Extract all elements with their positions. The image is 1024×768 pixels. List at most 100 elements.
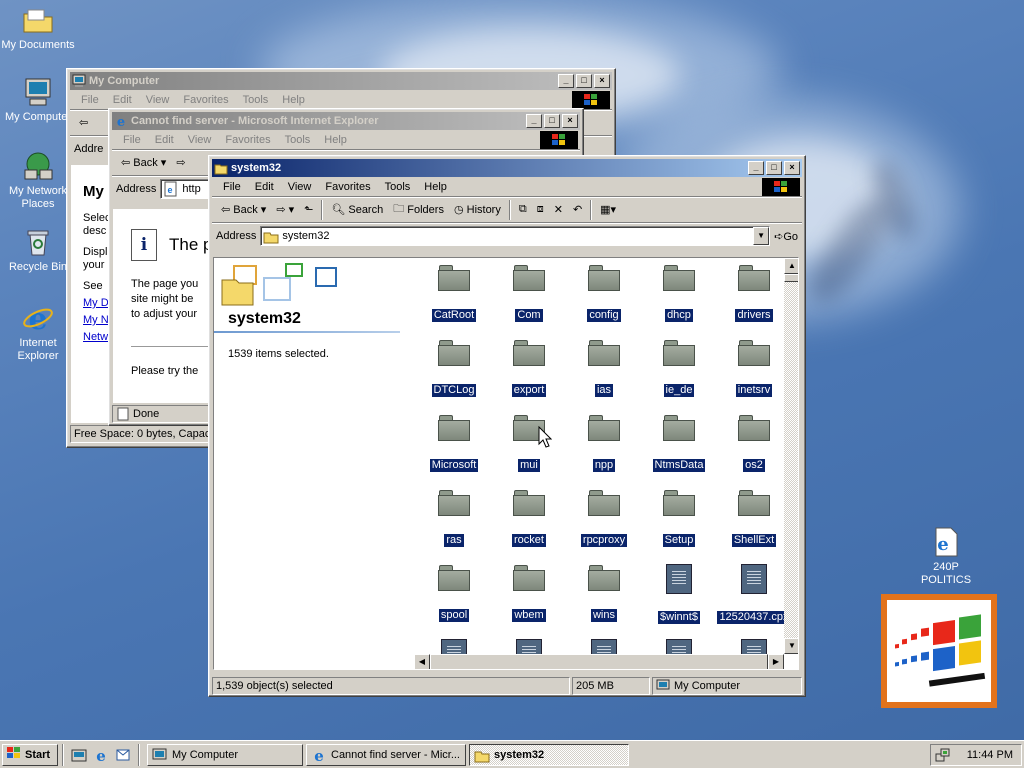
menu-file[interactable]: File <box>74 94 106 106</box>
folder-item[interactable]: rpcproxy <box>566 489 642 547</box>
close-button[interactable]: × <box>562 114 578 128</box>
system32-titlebar[interactable]: system32 _ □ × <box>212 159 802 177</box>
maximize-button[interactable]: □ <box>766 161 782 175</box>
quicklaunch-outlook-icon[interactable] <box>115 747 131 763</box>
address-input[interactable]: system32 ▼ <box>260 226 771 246</box>
menu-tools[interactable]: Tools <box>278 134 318 146</box>
start-button[interactable]: Start <box>2 743 58 766</box>
file-item[interactable]: $winnt$ <box>641 564 717 624</box>
folder-item[interactable]: os2 <box>716 414 792 472</box>
menu-favorites[interactable]: Favorites <box>318 181 377 193</box>
scroll-left-button[interactable]: ◀ <box>414 654 430 669</box>
system32-window[interactable]: system32 _ □ × File Edit View Favorites … <box>208 155 806 697</box>
copy-to-button[interactable]: ⧈ <box>532 199 549 221</box>
network-tray-icon[interactable] <box>935 747 951 763</box>
menu-favorites[interactable]: Favorites <box>176 94 235 106</box>
move-to-button[interactable]: ⧉ <box>514 199 532 221</box>
minimize-button[interactable]: _ <box>748 161 764 175</box>
menu-edit[interactable]: Edit <box>106 94 139 106</box>
scroll-down-button[interactable]: ▼ <box>784 638 798 654</box>
minimize-button[interactable]: _ <box>558 74 574 88</box>
menu-help[interactable]: Help <box>417 181 454 193</box>
folder-item[interactable]: export <box>491 339 567 397</box>
menu-edit[interactable]: Edit <box>148 134 181 146</box>
folder-item[interactable]: Com <box>491 264 567 322</box>
show-desktop-icon[interactable] <box>71 747 87 763</box>
menu-help[interactable]: Help <box>317 134 354 146</box>
close-button[interactable]: × <box>594 74 610 88</box>
up-folder-button[interactable]: ⬑ <box>299 199 318 221</box>
my-computer-titlebar[interactable]: My Computer _ □ × <box>70 72 612 90</box>
menu-favorites[interactable]: Favorites <box>218 134 277 146</box>
ie-titlebar[interactable]: e Cannot find server - Microsoft Interne… <box>112 112 580 130</box>
menu-view[interactable]: View <box>139 94 177 106</box>
menu-view[interactable]: View <box>181 134 219 146</box>
link-network[interactable]: Netw <box>83 331 111 344</box>
clock[interactable]: 11:44 PM <box>967 749 1013 761</box>
address-dropdown-button[interactable]: ▼ <box>753 227 770 245</box>
folder-item[interactable]: ie_de <box>641 339 717 397</box>
scroll-up-button[interactable]: ▲ <box>784 258 798 274</box>
desktop-icon-internet-explorer[interactable]: e Internet Explorer <box>0 302 76 363</box>
folder-item[interactable]: ras <box>416 489 492 547</box>
maximize-button[interactable]: □ <box>576 74 592 88</box>
status-bar: 1,539 object(s) selected 205 MB My Compu… <box>212 676 802 696</box>
file-item[interactable]: 12520437.cpx <box>716 564 792 624</box>
menu-file[interactable]: File <box>116 134 148 146</box>
horizontal-scrollbar[interactable]: ◀ ▶ <box>414 654 784 669</box>
taskbar-button-ie[interactable]: e Cannot find server - Micr... <box>306 743 466 766</box>
undo-button[interactable]: ↶ <box>568 199 587 221</box>
back-button[interactable]: ⇦ Back ▾ <box>116 152 171 174</box>
folder-item[interactable]: rocket <box>491 489 567 547</box>
search-button[interactable]: 🔍︎ Search <box>326 199 388 221</box>
menu-edit[interactable]: Edit <box>248 181 281 193</box>
vertical-scrollbar[interactable]: ▲ ▼ <box>784 258 798 654</box>
taskbar-button-system32[interactable]: system32 <box>469 743 629 766</box>
folder-item[interactable]: NtmsData <box>641 414 717 472</box>
scroll-right-button[interactable]: ▶ <box>768 654 784 669</box>
close-button[interactable]: × <box>784 161 800 175</box>
menu-tools[interactable]: Tools <box>236 94 276 106</box>
folder-item[interactable]: npp <box>566 414 642 472</box>
minimize-button[interactable]: _ <box>526 114 542 128</box>
folder-item[interactable]: drivers <box>716 264 792 322</box>
folder-item[interactable]: mui <box>491 414 567 472</box>
folders-button[interactable]: 🗀 Folders <box>388 199 449 221</box>
forward-button[interactable]: ⇨ ▾ <box>271 199 299 221</box>
scroll-thumb-horizontal[interactable] <box>430 654 768 669</box>
back-arrow-icon[interactable]: ⇦ <box>74 112 93 134</box>
menu-file[interactable]: File <box>216 181 248 193</box>
desktop-icon-my-documents[interactable]: My Documents <box>0 4 76 52</box>
forward-button[interactable]: ⇨ <box>171 152 190 174</box>
desktop-icon-recycle-bin[interactable]: Recycle Bin <box>0 226 76 274</box>
folder-item[interactable]: DTCLog <box>416 339 492 397</box>
delete-button[interactable]: ✕ <box>549 199 568 221</box>
quicklaunch-ie-icon[interactable]: e <box>93 747 109 765</box>
folder-item[interactable]: wins <box>566 564 642 622</box>
folder-item[interactable]: Setup <box>641 489 717 547</box>
back-button[interactable]: ⇦ Back ▾ <box>216 199 271 221</box>
go-button[interactable]: ➪Go <box>774 230 798 243</box>
link-my-documents[interactable]: My D <box>83 297 111 310</box>
menu-view[interactable]: View <box>281 181 319 193</box>
folder-item[interactable]: wbem <box>491 564 567 622</box>
scroll-thumb[interactable] <box>784 274 798 282</box>
desktop-icon-network-places[interactable]: My Network Places <box>0 150 76 211</box>
folder-item[interactable]: ShellExt <box>716 489 792 547</box>
folder-item[interactable]: ias <box>566 339 642 397</box>
folder-item[interactable]: config <box>566 264 642 322</box>
desktop-icon-my-computer[interactable]: My Computer <box>0 76 76 124</box>
taskbar-button-my-computer[interactable]: My Computer <box>147 743 303 766</box>
desktop-icon-240p-politics[interactable]: e 240P POLITICS <box>908 526 984 587</box>
folder-item[interactable]: Microsoft <box>416 414 492 472</box>
folder-item[interactable]: spool <box>416 564 492 622</box>
maximize-button[interactable]: □ <box>544 114 560 128</box>
history-button[interactable]: ◷ History <box>449 199 506 221</box>
folder-item[interactable]: inetsrv <box>716 339 792 397</box>
views-button[interactable]: ▦▾ <box>595 199 621 221</box>
folder-item[interactable]: dhcp <box>641 264 717 322</box>
folder-item[interactable]: CatRoot <box>416 264 492 322</box>
menu-help[interactable]: Help <box>275 94 312 106</box>
menu-tools[interactable]: Tools <box>378 181 418 193</box>
link-my-network[interactable]: My N <box>83 314 111 327</box>
